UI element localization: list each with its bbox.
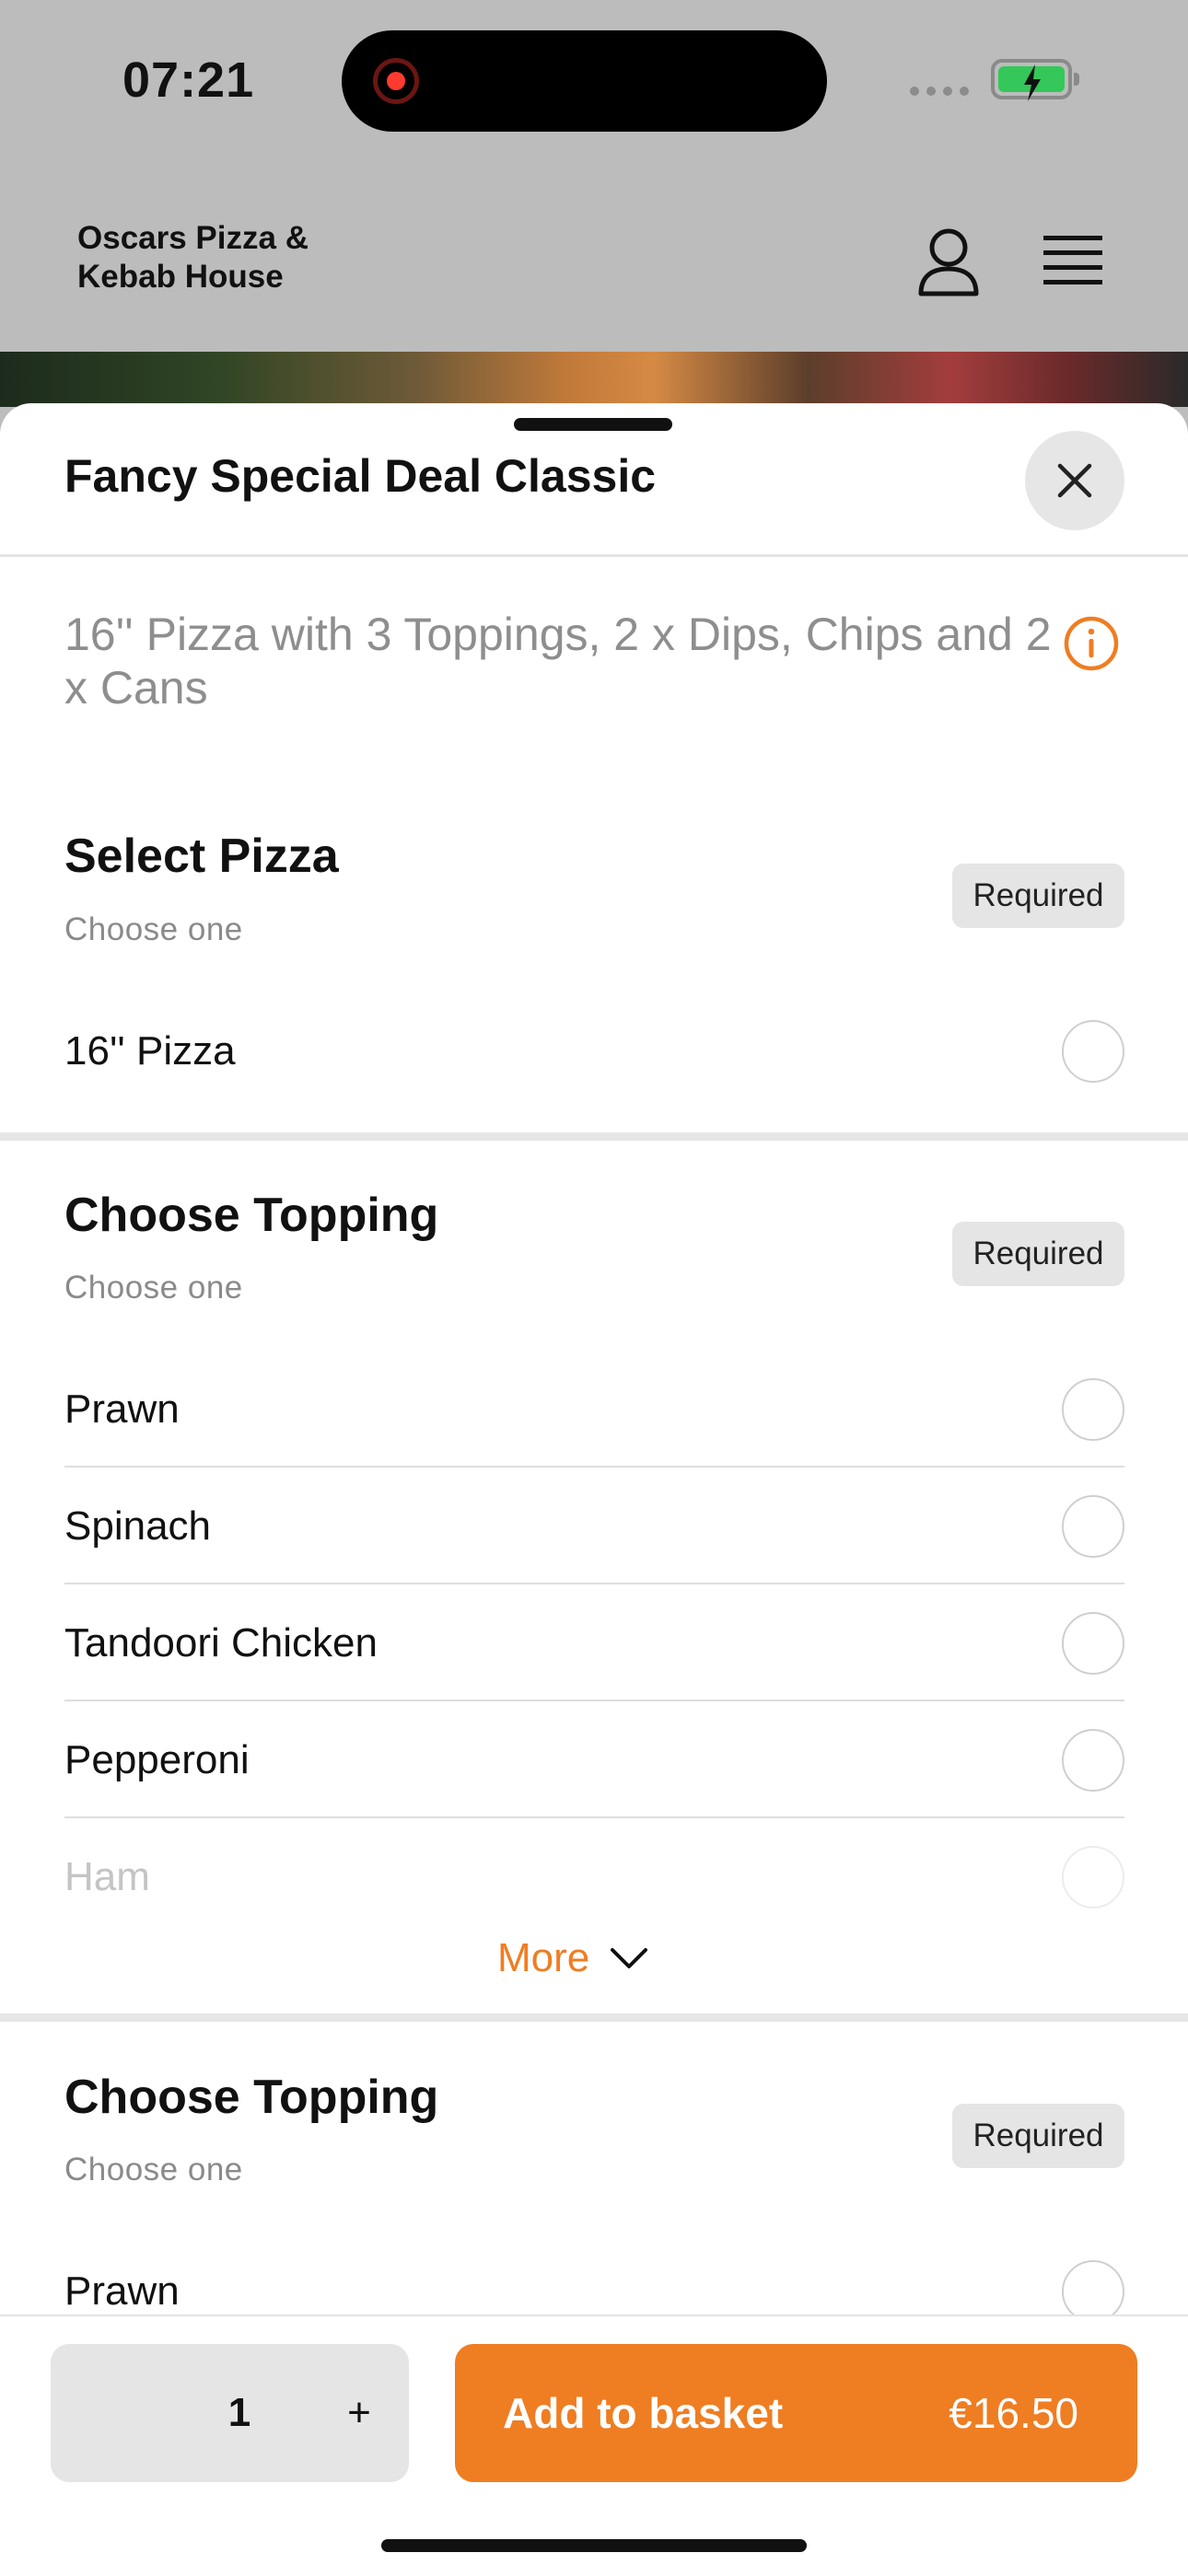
radio-button[interactable] [1062,1846,1124,1909]
chevron-down-icon [611,1948,648,1968]
cellular-signal-icon [910,87,969,96]
home-indicator [381,2539,807,2552]
add-to-basket-label: Add to basket [503,2389,784,2437]
section-title: Choose Topping [64,1189,439,1242]
restaurant-name-line-2: Kebab House [77,259,284,295]
option-label: Spinach [64,1503,212,1549]
option-16-pizza[interactable]: 16'' Pizza [64,992,1124,1109]
increase-quantity-button[interactable]: + [322,2376,396,2450]
radio-button[interactable] [1062,1378,1124,1441]
section-subtitle: Choose one [64,2152,243,2187]
option-spinach[interactable]: Spinach [64,1468,1124,1584]
option-label: Tandoori Chicken [64,1620,378,1665]
radio-button[interactable] [1062,2260,1124,2323]
dynamic-island [342,30,827,132]
option-label: Ham [64,1854,150,1899]
radio-button[interactable] [1062,1020,1124,1083]
section-subtitle: Choose one [64,911,243,947]
hero-image [0,352,1188,407]
product-sheet: Fancy Special Deal Classic 16'' Pizza wi… [0,403,1188,2574]
section-title: Select Pizza [64,830,339,883]
option-label: Pepperoni [64,1737,250,1782]
option-label: Prawn [64,1387,180,1432]
info-icon[interactable] [1063,615,1120,672]
clock: 07:21 [122,52,255,108]
quantity-stepper: 1 + [51,2344,409,2482]
screen-recording-icon [373,58,419,104]
product-title: Fancy Special Deal Classic [64,450,657,502]
status-bar: 07:21 [0,0,1188,175]
app-header: Oscars Pizza & Kebab House [0,175,1188,352]
option-pepperoni[interactable]: Pepperoni [64,1701,1124,1818]
required-badge: Required [952,2104,1124,2168]
more-label: More [497,1935,590,1980]
required-badge: Required [952,864,1124,928]
section-divider [0,2013,1188,2022]
battery-charging-icon [991,59,1079,101]
bottom-action-bar: 1 + Add to basket €16.50 [0,2315,1188,2576]
option-prawn[interactable]: Prawn [64,1351,1124,1468]
user-icon[interactable] [916,226,981,299]
close-icon [1057,463,1092,498]
radio-button[interactable] [1062,1729,1124,1792]
hamburger-menu-icon[interactable] [1041,228,1105,293]
option-ham[interactable]: Ham [64,1818,1124,1935]
section-subtitle: Choose one [64,1270,243,1305]
radio-button[interactable] [1062,1495,1124,1558]
section-title: Choose Topping [64,2071,439,2124]
option-tandoori-chicken[interactable]: Tandoori Chicken [64,1584,1124,1701]
quantity-value: 1 [227,2390,251,2435]
close-button[interactable] [1025,431,1124,530]
restaurant-name[interactable]: Oscars Pizza & Kebab House [77,219,390,296]
header-divider [0,554,1188,557]
section-divider [0,1132,1188,1141]
required-badge: Required [952,1222,1124,1286]
total-price: €16.50 [949,2389,1078,2437]
sheet-grabber[interactable] [514,418,672,431]
radio-button[interactable] [1062,1612,1124,1675]
add-to-basket-button[interactable]: Add to basket €16.50 [455,2344,1137,2482]
product-description: 16'' Pizza with 3 Toppings, 2 x Dips, Ch… [64,609,1052,714]
restaurant-name-line-1: Oscars Pizza & [77,220,309,256]
more-button[interactable]: More [497,1926,648,1990]
option-label: 16'' Pizza [64,1028,236,1073]
